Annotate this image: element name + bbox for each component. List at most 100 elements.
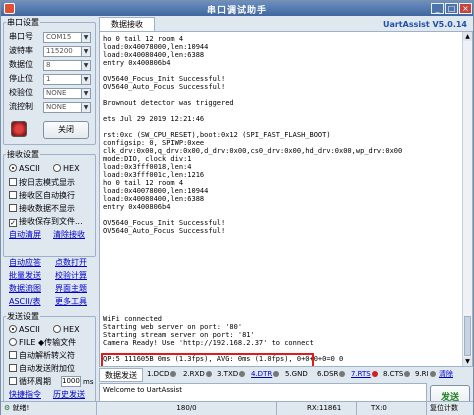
flow-select[interactable]: NONE ▼ <box>43 102 91 113</box>
theme-link[interactable]: 界面主题 <box>55 283 87 295</box>
point-open-link[interactable]: 点数打开 <box>55 257 87 269</box>
receive-line <box>103 307 455 315</box>
parse-escape-checkbox[interactable]: 自动解析转义符 <box>9 350 75 362</box>
close-window-button[interactable]: × <box>459 3 472 14</box>
checkbox-icon <box>9 178 17 186</box>
led-icon <box>205 371 212 377</box>
receive-line <box>103 243 455 251</box>
history-link[interactable]: 历史发送 <box>53 389 85 401</box>
period-unit: ms <box>83 378 94 386</box>
recv-ascii-radio[interactable]: ASCII <box>9 163 40 175</box>
close-port-button[interactable]: 关闭 <box>43 121 89 139</box>
chevron-down-icon: ▼ <box>81 47 90 56</box>
auto-clear-link[interactable]: 自动清屏 <box>9 229 41 241</box>
status-ready: ⚙ 就绪! <box>1 402 97 415</box>
signal-txd: 3.TXD <box>217 368 246 381</box>
receive-line: load:0x40078000,len:10944 <box>103 43 209 51</box>
file-radio[interactable]: FILE ◆传输文件 <box>9 337 76 349</box>
signal-gnd: 5.GND <box>285 368 308 381</box>
stopbits-select[interactable]: 1 ▼ <box>43 74 91 85</box>
save-file-checkbox[interactable]: ✓ 接收保存到文件... <box>9 216 83 228</box>
batch-send-link[interactable]: 批量发送 <box>9 270 41 282</box>
chevron-down-icon: ▼ <box>81 89 90 98</box>
receive-line <box>103 275 455 283</box>
gear-icon: ⚙ <box>4 404 13 412</box>
recv-hex-label: HEX <box>63 164 80 173</box>
append-bits-checkbox[interactable]: 自动发送附加位 <box>9 363 75 375</box>
receive-line <box>103 211 455 219</box>
receive-line: load:0x3fff001c,len:1216 <box>103 171 205 179</box>
led-icon <box>429 371 436 377</box>
checkbox-icon <box>9 191 17 199</box>
parity-value: NONE <box>46 89 67 97</box>
receive-line: load:0x40078000,len:10944 <box>103 187 209 195</box>
auto-wrap-checkbox[interactable]: 接收区自动换行 <box>9 190 75 202</box>
clear-send-link[interactable]: 清除 <box>439 368 453 381</box>
hide-recv-checkbox[interactable]: 接收数据不显示 <box>9 203 75 215</box>
clear-recv-link[interactable]: 清除接收 <box>53 229 85 241</box>
led-icon <box>371 371 378 377</box>
port-select[interactable]: COM15 ▼ <box>43 32 91 43</box>
signal-rts[interactable]: 7.RTS <box>351 368 378 381</box>
flow-value: NONE <box>46 103 67 111</box>
receive-line: Starting web server on port: '80' <box>103 323 243 331</box>
radio-unchecked-icon <box>53 325 61 333</box>
more-tools-link[interactable]: 更多工具 <box>55 296 87 308</box>
auto-reply-text: 自动应答 <box>9 258 41 267</box>
period-input[interactable]: 1000 <box>61 376 81 387</box>
send-hex-label: HEX <box>63 325 80 334</box>
parity-select[interactable]: NONE ▼ <box>43 88 91 99</box>
receive-line: clk_drv:0x00,q_drv:0x00,d_drv:0x00,cs0_d… <box>103 147 403 155</box>
signal-dcd-label: 1.DCD <box>147 370 170 378</box>
signal-dtr[interactable]: 4.DTR <box>251 368 280 381</box>
recv-hex-radio[interactable]: HEX <box>53 163 80 175</box>
ascii-table-link[interactable]: ASCII/表 <box>9 296 41 308</box>
checkbox-icon <box>9 351 17 359</box>
auto-clear-text: 自动清屏 <box>9 230 41 239</box>
send-hex-radio[interactable]: HEX <box>53 324 80 336</box>
receive-line: load:0x40080400,len:6388 <box>103 51 205 59</box>
tab-data-send[interactable]: 数据发送 <box>99 368 143 382</box>
port-label: 串口号 <box>9 32 33 41</box>
receive-line <box>103 267 455 275</box>
minimize-button[interactable]: _ <box>431 3 444 14</box>
scroll-down-icon[interactable]: ▼ <box>463 357 472 366</box>
scroll-up-icon[interactable]: ▲ <box>463 32 472 41</box>
send-ascii-radio[interactable]: ASCII <box>9 324 40 336</box>
quick-cmd-link[interactable]: 快捷指令 <box>9 389 41 401</box>
receive-line: entry 0x400806b4 <box>103 203 171 211</box>
reset-count-button[interactable]: 复位计数 <box>427 402 473 415</box>
receive-line <box>103 291 455 299</box>
receive-line <box>103 123 455 131</box>
baud-value: 115200 <box>46 47 73 55</box>
receive-line <box>103 299 455 307</box>
log-mode-checkbox[interactable]: 按日志模式显示 <box>9 177 75 189</box>
checkbox-icon <box>9 204 17 212</box>
auto-reply-link[interactable]: 自动应答 <box>9 257 41 269</box>
tab-data-receive[interactable]: 数据接收 <box>99 17 155 31</box>
title-bar: 串口调试助手 _ □ × <box>1 1 473 16</box>
databits-select[interactable]: 8 ▼ <box>43 60 91 71</box>
receive-line: OV5640_Auto_Focus Successful! <box>103 227 226 235</box>
checkmark-icon: ✓ <box>9 219 17 227</box>
loop-checkbox[interactable]: 循环周期 <box>9 376 51 388</box>
scroll-thumb[interactable] <box>464 316 471 356</box>
data-chart-link[interactable]: 数据流图 <box>9 283 41 295</box>
maximize-button[interactable]: □ <box>445 3 458 14</box>
receive-line <box>103 283 455 291</box>
receive-area[interactable]: ho 0 tail 12 room 4 load:0x40078000,len:1… <box>99 31 473 367</box>
history-text: 历史发送 <box>53 390 85 399</box>
receive-line <box>103 107 455 115</box>
log-mode-label: 按日志模式显示 <box>19 178 75 187</box>
send-settings-legend: 发送设置 <box>7 312 39 321</box>
flow-label: 流控制 <box>9 102 33 111</box>
checksum-link[interactable]: 校验计算 <box>55 270 87 282</box>
baud-select[interactable]: 115200 ▼ <box>43 46 91 57</box>
radio-unchecked-icon <box>9 338 17 346</box>
signal-txd-label: 3.TXD <box>217 370 239 378</box>
clear-send-text: 清除 <box>439 370 453 378</box>
signal-dtr-label: 4.DTR <box>251 370 273 378</box>
vertical-scrollbar[interactable]: ▲ ▼ <box>462 32 472 366</box>
checksum-text: 校验计算 <box>55 271 87 280</box>
status-lines: 180/0 <box>97 402 277 415</box>
